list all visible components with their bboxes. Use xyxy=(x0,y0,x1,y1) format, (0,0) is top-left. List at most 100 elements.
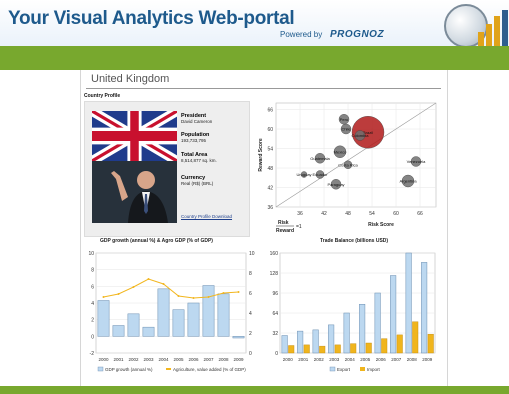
y2-tick-label: 8 xyxy=(249,271,252,277)
gdp-bar xyxy=(202,285,215,337)
country-name: United Kingdom xyxy=(91,73,170,85)
bubble-label: Ecuador xyxy=(313,172,329,177)
legend-swatch-export xyxy=(329,366,336,372)
x-tick-label: 2004 xyxy=(158,357,169,362)
y2-tick-label: 10 xyxy=(249,251,255,257)
legend-swatch-agro xyxy=(166,368,171,370)
gdp-bar xyxy=(232,336,245,339)
legend-label-export: Export xyxy=(337,367,351,372)
currency-info: Currency Real (R$) (BRL) xyxy=(181,175,213,186)
y-tick-label: 42 xyxy=(267,186,273,192)
y2-tick-label: 4 xyxy=(249,311,252,317)
y-tick-label: 128 xyxy=(270,271,279,277)
y-tick-label: 66 xyxy=(267,108,273,114)
population-value: 193,733,795 xyxy=(181,138,207,143)
nav-band xyxy=(0,46,509,70)
x-tick-label: 2008 xyxy=(218,357,229,362)
x-tick-label: 60 xyxy=(393,211,399,217)
powered-by-text: Powered by xyxy=(280,30,323,39)
agro-point xyxy=(222,292,225,294)
bubble-label: Peru xyxy=(340,117,348,122)
y-tick-label: 160 xyxy=(270,251,279,257)
bubble-label: Venezuela xyxy=(407,159,426,164)
x-tick-label: 2009 xyxy=(422,357,433,362)
agro-point xyxy=(192,297,195,299)
x-tick-label: 2008 xyxy=(407,357,418,362)
divider xyxy=(86,88,441,89)
x-tick-label: 66 xyxy=(417,211,423,217)
x-tick-label: 2005 xyxy=(360,357,371,362)
import-bar xyxy=(365,342,372,354)
x-tick-label: 2007 xyxy=(391,357,402,362)
agro-point xyxy=(177,295,180,297)
y-tick-label: 36 xyxy=(267,205,273,211)
y-tick-label: 4 xyxy=(91,301,94,307)
agro-point xyxy=(117,293,120,295)
y-tick-label: -2 xyxy=(90,351,95,357)
x-tick-label: 2000 xyxy=(283,357,294,362)
import-bar xyxy=(319,345,326,354)
president-value: David Cameron xyxy=(181,119,213,124)
x-tick-label: 54 xyxy=(369,211,375,217)
import-bar xyxy=(334,344,341,354)
y-tick-label: 10 xyxy=(88,251,94,257)
export-bar xyxy=(312,329,319,354)
x-tick-label: 2009 xyxy=(233,357,244,362)
currency-value: Real (R$) (BRL) xyxy=(181,181,214,186)
y-tick-label: 0 xyxy=(275,351,278,357)
import-bar xyxy=(288,345,295,354)
export-bar xyxy=(281,335,288,354)
legend-swatch-import xyxy=(360,367,365,371)
x-tick-label: 2002 xyxy=(314,357,325,362)
export-bar xyxy=(343,312,350,354)
x-tick-label: 2003 xyxy=(329,357,340,362)
y-tick-label: 64 xyxy=(272,311,278,317)
x-tick-label: 2001 xyxy=(113,357,124,362)
export-bar xyxy=(374,292,381,354)
gdp-bar xyxy=(97,300,110,337)
uk-flag-icon xyxy=(92,111,177,161)
x-tick-label: 2002 xyxy=(128,357,139,362)
x-tick-label: 42 xyxy=(321,211,327,217)
bubble-label: Costa Rica xyxy=(338,162,358,167)
agro-point xyxy=(162,283,165,285)
bubble-label: Argentina xyxy=(399,179,417,184)
gdp-bar xyxy=(142,326,155,337)
x-tick-label: 48 xyxy=(345,211,351,217)
risk-legend-reward: Reward xyxy=(276,228,294,234)
president-info: President David Cameron xyxy=(181,113,212,124)
gdp-chart-title: GDP growth (annual %) & Agro GDP (% of G… xyxy=(100,238,213,244)
bubble-label: Mexico xyxy=(334,149,347,154)
area-info: Total Area 8,514,877 sq. km. xyxy=(181,152,217,163)
import-bar xyxy=(427,334,434,354)
x-tick-label: 2003 xyxy=(143,357,154,362)
export-bar xyxy=(421,262,428,354)
x-tick-label: 2000 xyxy=(98,357,109,362)
y-tick-label: 96 xyxy=(272,291,278,297)
export-bar xyxy=(359,304,366,354)
export-bar xyxy=(390,275,397,354)
y-tick-label: 32 xyxy=(272,331,278,337)
brand-logo[interactable]: PROGNOZ xyxy=(330,29,384,40)
import-bar xyxy=(396,334,403,354)
bubble-label: Paraguay xyxy=(327,182,344,187)
import-bar xyxy=(412,321,419,354)
agro-point xyxy=(237,291,240,293)
gdp-bar xyxy=(187,302,200,337)
risk-reward-bubble-chart: 36 42 48 54 60 66 36 42 48 54 60 66 Risk Score Reward… xyxy=(258,102,437,234)
y2-tick-label: 0 xyxy=(249,351,252,357)
legend-label-gdp: GDP growth (annual %) xyxy=(105,367,153,372)
y-tick-label: 48 xyxy=(267,166,273,172)
gdp-bar xyxy=(172,309,185,337)
legend-label-agro: Agriculture, value added (% of GDP) xyxy=(173,367,246,372)
trade-chart-title: Trade Balance (billions USD) xyxy=(320,238,389,244)
bubble-label: Colombia xyxy=(352,133,370,138)
x-tick-label: 2006 xyxy=(188,357,199,362)
import-bar xyxy=(303,344,310,354)
president-photo xyxy=(92,161,177,223)
gdp-bar xyxy=(157,288,170,337)
agro-point xyxy=(102,296,105,298)
country-profile-download-link[interactable]: Country Profile Download xyxy=(181,214,232,219)
y-tick-label: 0 xyxy=(91,334,94,340)
y-tick-label: 2 xyxy=(91,318,94,324)
